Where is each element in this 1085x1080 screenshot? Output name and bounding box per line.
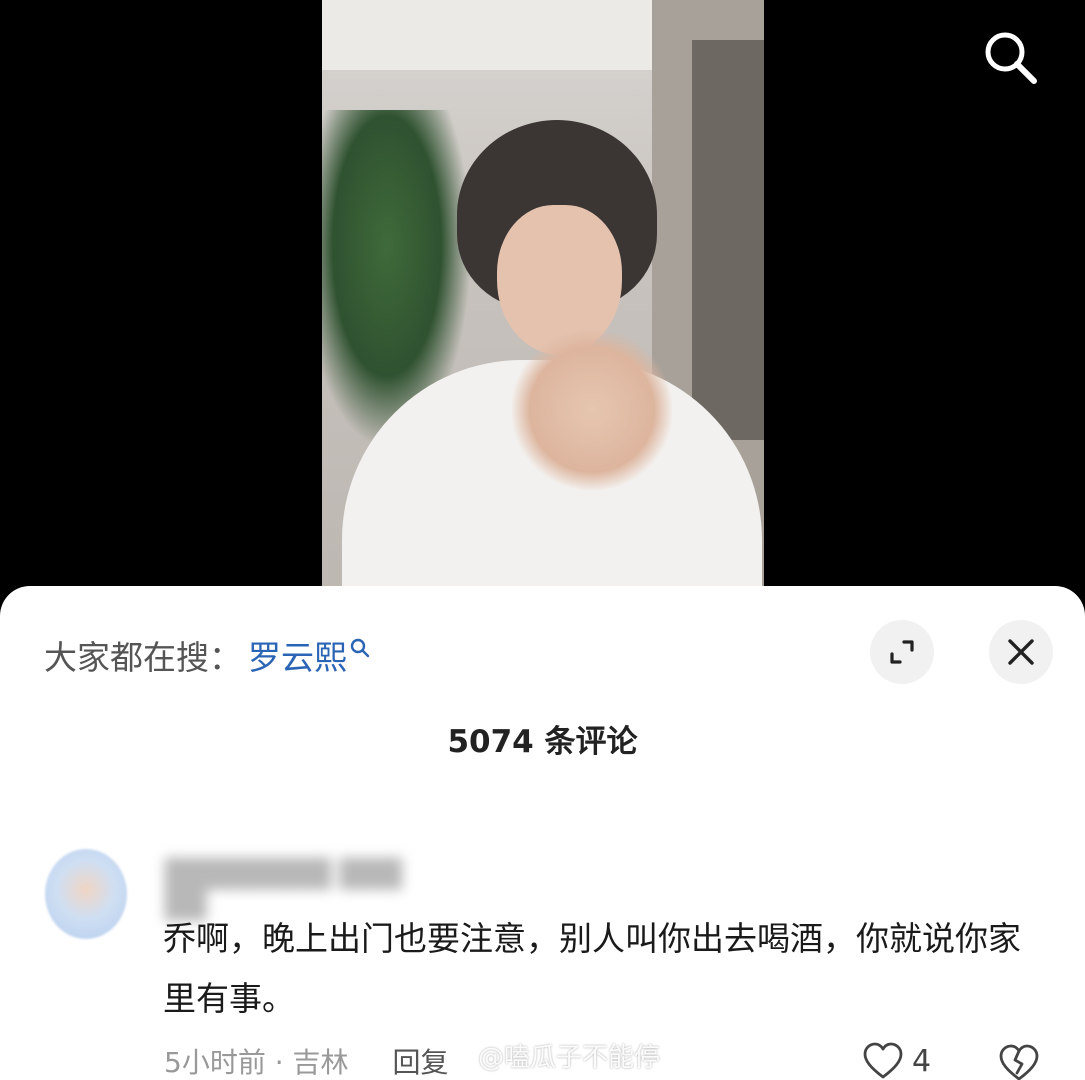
trending-term-link[interactable]: 罗云熙	[248, 631, 347, 679]
search-button[interactable]	[975, 22, 1045, 92]
like-button[interactable]: 4	[862, 1041, 931, 1080]
video-person-hands	[512, 330, 672, 490]
reply-button[interactable]: 回复	[393, 1041, 449, 1080]
dislike-button[interactable]	[998, 1043, 1040, 1080]
video-doorway	[692, 40, 764, 440]
watermark: @嗑瓜子不能停	[478, 1043, 661, 1073]
trending-label: 大家都在搜：	[44, 638, 242, 677]
comments-sheet: 大家都在搜： 罗云熙 5074 条评论 ████████ ███ ██ 乔啊，晚…	[0, 586, 1085, 1080]
video-player[interactable]	[0, 0, 1085, 600]
avatar[interactable]	[45, 849, 127, 939]
comment-time-location: 5小时前 · 吉林	[164, 1046, 349, 1079]
search-icon	[985, 32, 1037, 84]
comment-meta: 5小时前 · 吉林 回复	[164, 1041, 449, 1080]
comment-item: ████████ ███ ██ 乔啊，晚上出门也要注意，别人叫你出去喝酒，你就说…	[0, 841, 1085, 1080]
comment-count: 5074 条评论	[447, 724, 638, 760]
username-blurred[interactable]: ████████ ███ ██	[165, 859, 450, 921]
like-count: 4	[912, 1043, 932, 1079]
close-button[interactable]	[989, 620, 1053, 684]
trending-search[interactable]: 大家都在搜： 罗云熙	[44, 631, 371, 679]
expand-button[interactable]	[870, 620, 934, 684]
heart-icon	[863, 1042, 903, 1079]
expand-icon	[890, 640, 914, 664]
close-icon	[1008, 639, 1034, 665]
comment-text: 乔啊，晚上出门也要注意，别人叫你出去喝酒，你就说你家里有事。	[163, 919, 1021, 1018]
small-search-icon	[350, 638, 370, 658]
video-frame[interactable]	[322, 0, 764, 600]
broken-heart-icon	[999, 1044, 1039, 1080]
